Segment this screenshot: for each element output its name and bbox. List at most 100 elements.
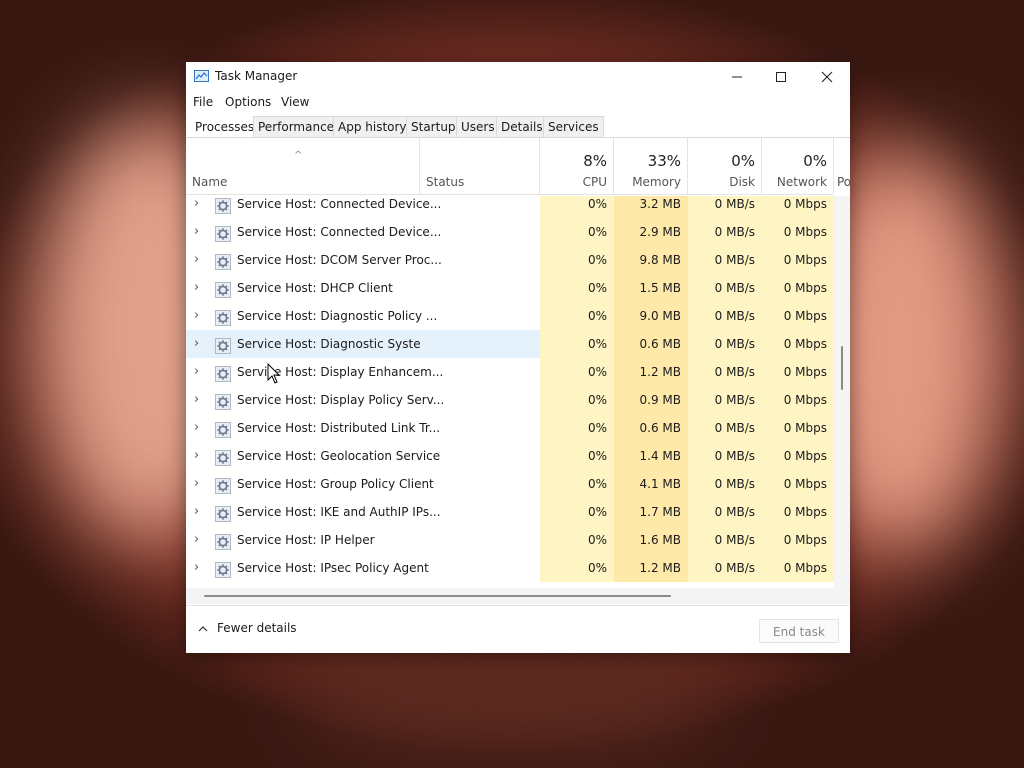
process-name-cell: › Service Host: IP Helper	[186, 526, 420, 554]
process-status	[420, 196, 540, 218]
process-name: Service Host: Group Policy Client	[237, 477, 434, 491]
process-row[interactable]: › Service Host: Diagnostic Policy ... 0% 9.…	[186, 302, 834, 330]
process-row[interactable]: › Service Host: Group Policy Client 0% 4.1 …	[186, 470, 834, 498]
horizontal-scrollbar[interactable]	[186, 588, 834, 604]
process-list: › Service Host: Connected Device... 0% 3.2 …	[186, 196, 834, 588]
chevron-right-icon[interactable]: ›	[194, 274, 204, 302]
chevron-right-icon[interactable]: ›	[194, 218, 204, 246]
process-row[interactable]: › Service Host: Connected Device... 0% 2.9 …	[186, 218, 834, 246]
process-cpu: 0%	[540, 554, 614, 582]
chevron-right-icon[interactable]: ›	[194, 526, 204, 554]
chevron-right-icon[interactable]: ›	[194, 498, 204, 526]
tab-app-history[interactable]: App history	[333, 116, 412, 137]
gear-icon	[215, 308, 231, 326]
process-memory: 1.5 MB	[614, 274, 688, 302]
column-disk[interactable]: 0% Disk	[688, 138, 762, 194]
chevron-right-icon[interactable]: ›	[194, 330, 204, 358]
fewer-details-button[interactable]: Fewer details	[198, 621, 297, 635]
tab-details[interactable]: Details	[496, 116, 548, 137]
end-task-button[interactable]: End task	[759, 619, 839, 643]
sort-ascending-icon: ^	[294, 150, 303, 161]
process-row[interactable]: › Service Host: Geolocation Service 0% 1.4 …	[186, 442, 834, 470]
tab-strip: Processes Performance App history Startu…	[190, 116, 850, 138]
column-power[interactable]: Po	[834, 138, 850, 194]
title-bar[interactable]: Task Manager	[186, 62, 850, 92]
chevron-right-icon[interactable]: ›	[194, 554, 204, 582]
process-name-cell: › Service Host: Connected Device...	[186, 218, 441, 246]
process-network: 0 Mbps	[762, 470, 834, 498]
process-memory: 9.0 MB	[614, 302, 688, 330]
process-status	[420, 218, 540, 246]
gear-icon	[215, 224, 231, 242]
column-disk-label: Disk	[729, 175, 755, 189]
chevron-right-icon[interactable]: ›	[194, 386, 204, 414]
window-title: Task Manager	[215, 69, 298, 83]
footer: Fewer details End task	[186, 605, 850, 654]
column-status-label: Status	[426, 175, 465, 189]
process-name: Service Host: IKE and AuthIP IPs...	[237, 505, 441, 519]
process-name: Service Host: Connected Device...	[237, 225, 442, 239]
process-row[interactable]: › Service Host: IPsec Policy Agent 0% 1.2 M…	[186, 554, 834, 582]
process-cpu: 0%	[540, 414, 614, 442]
tab-startup[interactable]: Startup	[406, 116, 461, 137]
process-name-cell: › Service Host: Group Policy Client	[186, 470, 434, 498]
process-network: 0 Mbps	[762, 330, 834, 358]
maximize-button[interactable]	[758, 62, 804, 92]
close-button[interactable]	[804, 62, 850, 92]
process-row[interactable]: › Service Host: Display Policy Serv... 0% 0…	[186, 386, 834, 414]
minimize-button[interactable]	[714, 62, 760, 92]
process-row[interactable]: › Service Host: Connected Device... 0% 3.2 …	[186, 196, 834, 218]
menu-file[interactable]: File	[193, 95, 213, 109]
tab-services[interactable]: Services	[543, 116, 604, 137]
process-disk: 0 MB/s	[688, 526, 762, 554]
process-status	[420, 498, 540, 526]
process-cpu: 0%	[540, 330, 614, 358]
process-status	[420, 274, 540, 302]
chevron-right-icon[interactable]: ›	[194, 246, 204, 274]
horizontal-scroll-thumb[interactable]	[204, 595, 671, 597]
vertical-scroll-thumb[interactable]	[841, 346, 843, 390]
column-memory[interactable]: 33% Memory	[614, 138, 688, 194]
process-name-cell: › Service Host: IKE and AuthIP IPs...	[186, 498, 441, 526]
process-row[interactable]: › Service Host: IP Helper 0% 1.6 MB 0 MB/s 0 …	[186, 526, 834, 554]
vertical-scrollbar[interactable]	[834, 196, 850, 588]
process-name-cell: › Service Host: Diagnostic System...	[186, 330, 444, 358]
chevron-right-icon[interactable]: ›	[194, 414, 204, 442]
process-row[interactable]: › Service Host: Distributed Link Tr... 0% 0…	[186, 414, 834, 442]
process-row[interactable]: › Service Host: IKE and AuthIP IPs... 0% 1.…	[186, 498, 834, 526]
process-row[interactable]: › Service Host: Display Enhancem... 0% 1.2 …	[186, 358, 834, 386]
gear-icon	[215, 420, 231, 438]
column-cpu[interactable]: 8% CPU	[540, 138, 614, 194]
column-status[interactable]: Status	[420, 138, 540, 194]
chevron-right-icon[interactable]: ›	[194, 302, 204, 330]
chevron-right-icon[interactable]: ›	[194, 358, 204, 386]
process-disk: 0 MB/s	[688, 442, 762, 470]
chevron-right-icon[interactable]: ›	[194, 470, 204, 498]
process-row[interactable]: › Service Host: Diagnostic System... 0% 0.6…	[186, 330, 834, 358]
gear-icon	[215, 504, 231, 522]
process-name: Service Host: IPsec Policy Agent	[237, 561, 429, 575]
column-name[interactable]: ^ Name	[186, 138, 420, 194]
process-memory: 9.8 MB	[614, 246, 688, 274]
process-cpu: 0%	[540, 498, 614, 526]
process-row[interactable]: › Service Host: DCOM Server Proc... 0% 9.8 …	[186, 246, 834, 274]
process-row[interactable]: › Service Host: DHCP Client 0% 1.5 MB 0 MB/s…	[186, 274, 834, 302]
chevron-right-icon[interactable]: ›	[194, 442, 204, 470]
process-memory: 1.6 MB	[614, 526, 688, 554]
process-status	[420, 470, 540, 498]
tab-performance[interactable]: Performance	[253, 116, 340, 137]
process-network: 0 Mbps	[762, 218, 834, 246]
process-memory: 3.2 MB	[614, 196, 688, 218]
tab-processes[interactable]: Processes	[190, 116, 260, 138]
menu-options[interactable]: Options	[225, 95, 271, 109]
process-memory: 1.4 MB	[614, 442, 688, 470]
process-name-cell: › Service Host: Diagnostic Policy ...	[186, 302, 437, 330]
process-network: 0 Mbps	[762, 442, 834, 470]
process-disk: 0 MB/s	[688, 554, 762, 582]
column-network[interactable]: 0% Network	[762, 138, 834, 194]
chevron-right-icon[interactable]: ›	[194, 196, 204, 218]
tab-users[interactable]: Users	[456, 116, 500, 137]
menu-view[interactable]: View	[281, 95, 309, 109]
process-disk: 0 MB/s	[688, 330, 762, 358]
network-total: 0%	[803, 152, 827, 170]
